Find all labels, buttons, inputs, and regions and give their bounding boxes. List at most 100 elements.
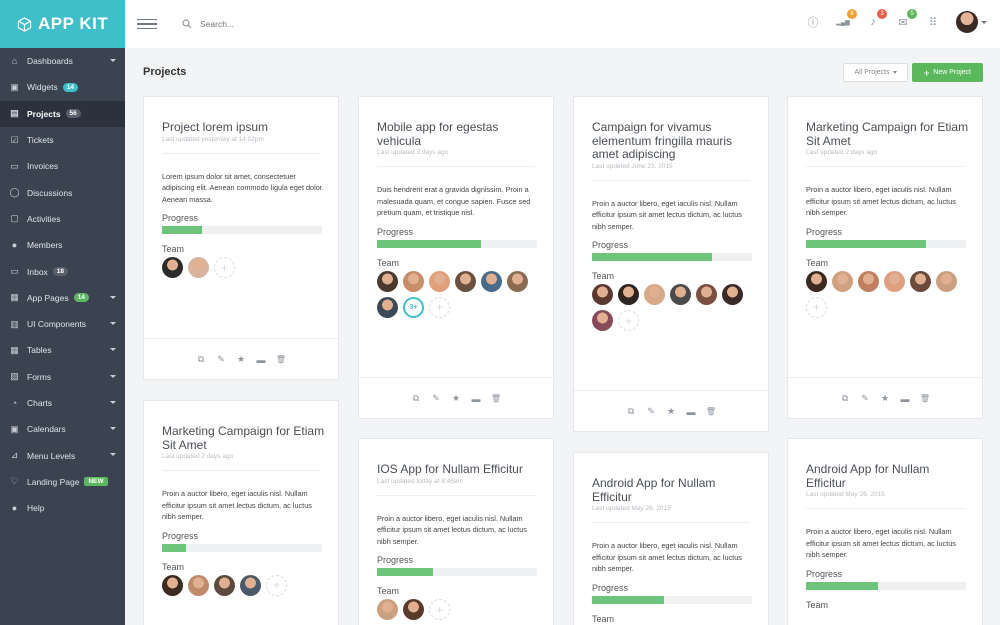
avatar[interactable] bbox=[429, 270, 450, 292]
sidebar-item-charts[interactable]: ◔ Charts bbox=[0, 390, 125, 416]
sidebar-item-invoices[interactable]: ▭ Invoices bbox=[0, 153, 125, 179]
avatar[interactable] bbox=[403, 270, 424, 292]
star-icon[interactable]: ★ bbox=[237, 354, 246, 364]
avatar[interactable] bbox=[377, 270, 398, 292]
search-input[interactable] bbox=[200, 19, 400, 29]
copy-icon[interactable]: ⧉ bbox=[627, 406, 636, 416]
trash-icon[interactable]: 🗑 bbox=[706, 407, 716, 416]
project-card[interactable]: Marketing Campaign for Etiam Sit Amet Las… bbox=[143, 400, 339, 625]
project-card[interactable]: Android App for Nullam Efficitur Last upd… bbox=[787, 438, 983, 625]
sidebar-item-inbox[interactable]: ▭ Inbox 18 bbox=[0, 258, 125, 284]
edit-icon[interactable]: ✎ bbox=[217, 354, 226, 364]
sidebar-item-discussions[interactable]: ◯ Discussions bbox=[0, 179, 125, 205]
project-card[interactable]: IOS App for Nullam Efficitur Last updated… bbox=[358, 438, 554, 625]
project-title[interactable]: IOS App for Nullam Efficitur bbox=[377, 462, 542, 477]
avatar[interactable] bbox=[722, 284, 743, 305]
bell-icon[interactable]: ♪ 3 bbox=[866, 9, 887, 29]
edit-icon[interactable]: ✎ bbox=[432, 393, 441, 403]
avatar[interactable] bbox=[592, 310, 613, 331]
sidebar-item-dashboards[interactable]: ⌂ Dashboards bbox=[0, 48, 125, 74]
avatar[interactable] bbox=[670, 284, 691, 305]
add-member-button[interactable]: + bbox=[266, 574, 287, 596]
signal-icon[interactable]: ▂▄▆ 8 bbox=[836, 9, 857, 29]
avatar[interactable] bbox=[188, 574, 209, 596]
copy-icon[interactable]: ⧉ bbox=[412, 393, 421, 403]
sidebar-item-help[interactable]: ● Help bbox=[0, 495, 125, 521]
sidebar-item-activities[interactable]: ▢ Activities bbox=[0, 206, 125, 232]
avatar[interactable] bbox=[162, 257, 183, 278]
avatar[interactable] bbox=[162, 574, 183, 596]
avatar[interactable] bbox=[936, 270, 957, 292]
trash-icon[interactable]: 🗑 bbox=[491, 394, 501, 403]
all-projects-dropdown[interactable]: All Projects bbox=[843, 63, 908, 82]
menu-toggle-icon[interactable] bbox=[137, 18, 157, 30]
sidebar-item-widgets[interactable]: ▣ Widgets 14 bbox=[0, 74, 125, 100]
star-icon[interactable]: ★ bbox=[667, 406, 676, 416]
sidebar-item-projects[interactable]: ▤ Projects 56 bbox=[0, 100, 125, 127]
avatar[interactable] bbox=[214, 574, 235, 596]
avatar[interactable] bbox=[644, 284, 665, 305]
star-icon[interactable]: ★ bbox=[452, 393, 461, 403]
new-project-button[interactable]: + New Project bbox=[912, 63, 983, 82]
add-member-button[interactable]: + bbox=[429, 296, 450, 318]
mail-icon[interactable]: ✉ 5 bbox=[896, 9, 917, 29]
project-title[interactable]: Campaign for vivamus elementum fringilla… bbox=[592, 120, 757, 162]
archive-icon[interactable]: ▬ bbox=[472, 394, 481, 404]
add-member-button[interactable]: + bbox=[618, 310, 639, 331]
project-card[interactable]: Project lorem ipsum Last updated yesterda… bbox=[143, 96, 339, 380]
edit-icon[interactable]: ✎ bbox=[861, 393, 870, 403]
sidebar-item-forms[interactable]: ▧ Forms bbox=[0, 364, 125, 390]
avatar[interactable] bbox=[910, 270, 931, 292]
avatar[interactable] bbox=[696, 284, 717, 305]
archive-icon[interactable]: ▬ bbox=[687, 407, 696, 417]
sidebar-item-app-pages[interactable]: ▦ App Pages 14 bbox=[0, 285, 125, 311]
avatar[interactable] bbox=[592, 284, 613, 305]
brand-logo[interactable]: APP KIT bbox=[0, 0, 125, 48]
project-title[interactable]: Project lorem ipsum bbox=[162, 120, 327, 135]
avatar[interactable] bbox=[188, 257, 209, 278]
avatar[interactable] bbox=[481, 270, 502, 292]
avatar[interactable] bbox=[858, 270, 879, 292]
sidebar-item-menu-levels[interactable]: ⊿ Menu Levels bbox=[0, 442, 125, 468]
add-member-button[interactable]: + bbox=[214, 257, 235, 278]
sidebar-item-tables[interactable]: ▦ Tables bbox=[0, 337, 125, 363]
project-title[interactable]: Marketing Campaign for Etiam Sit Amet bbox=[162, 424, 327, 452]
project-card[interactable]: Mobile app for egestas vehicula Last upda… bbox=[358, 96, 554, 419]
sidebar-item-landing-page[interactable]: ♡ Landing Page NEW bbox=[0, 469, 125, 495]
info-icon[interactable]: ⓘ bbox=[806, 15, 820, 29]
edit-icon[interactable]: ✎ bbox=[647, 406, 656, 416]
trash-icon[interactable]: 🗑 bbox=[276, 355, 286, 364]
avatar[interactable] bbox=[806, 270, 827, 292]
project-title[interactable]: Mobile app for egestas vehicula bbox=[377, 120, 542, 148]
avatar[interactable] bbox=[507, 270, 528, 292]
sidebar-item-members[interactable]: ● Members bbox=[0, 232, 125, 258]
avatar[interactable] bbox=[884, 270, 905, 292]
project-title[interactable]: Marketing Campaign for Etiam Sit Amet bbox=[806, 120, 971, 148]
sidebar-item-tickets[interactable]: ☑ Tickets bbox=[0, 127, 125, 153]
copy-icon[interactable]: ⧉ bbox=[841, 393, 850, 403]
project-card[interactable]: Android App for Nullam Efficitur Last upd… bbox=[573, 452, 769, 625]
avatar[interactable] bbox=[832, 270, 853, 292]
avatar[interactable] bbox=[455, 270, 476, 292]
project-title[interactable]: Android App for Nullam Efficitur bbox=[806, 462, 971, 490]
star-icon[interactable]: ★ bbox=[881, 393, 890, 403]
avatar[interactable] bbox=[403, 599, 424, 620]
project-card[interactable]: Marketing Campaign for Etiam Sit Amet Las… bbox=[787, 96, 983, 419]
sidebar-item-ui-components[interactable]: ▥ UI Components bbox=[0, 311, 125, 337]
user-menu[interactable] bbox=[956, 11, 987, 33]
project-card[interactable]: Campaign for vivamus elementum fringilla… bbox=[573, 96, 769, 432]
avatar[interactable] bbox=[240, 574, 261, 596]
add-member-button[interactable]: + bbox=[429, 599, 450, 620]
add-member-button[interactable]: + bbox=[806, 296, 827, 318]
archive-icon[interactable]: ▬ bbox=[257, 355, 266, 365]
avatar[interactable] bbox=[377, 599, 398, 620]
apps-grid-icon[interactable]: ⠿ bbox=[926, 15, 940, 29]
archive-icon[interactable]: ▬ bbox=[901, 394, 910, 404]
more-members-badge[interactable]: 3+ bbox=[403, 296, 424, 318]
copy-icon[interactable]: ⧉ bbox=[197, 354, 206, 364]
sidebar-item-calendars[interactable]: ▣ Calendars bbox=[0, 416, 125, 442]
trash-icon[interactable]: 🗑 bbox=[920, 394, 930, 403]
project-title[interactable]: Android App for Nullam Efficitur bbox=[592, 476, 757, 504]
avatar[interactable] bbox=[377, 296, 398, 318]
search-box[interactable] bbox=[182, 19, 400, 29]
